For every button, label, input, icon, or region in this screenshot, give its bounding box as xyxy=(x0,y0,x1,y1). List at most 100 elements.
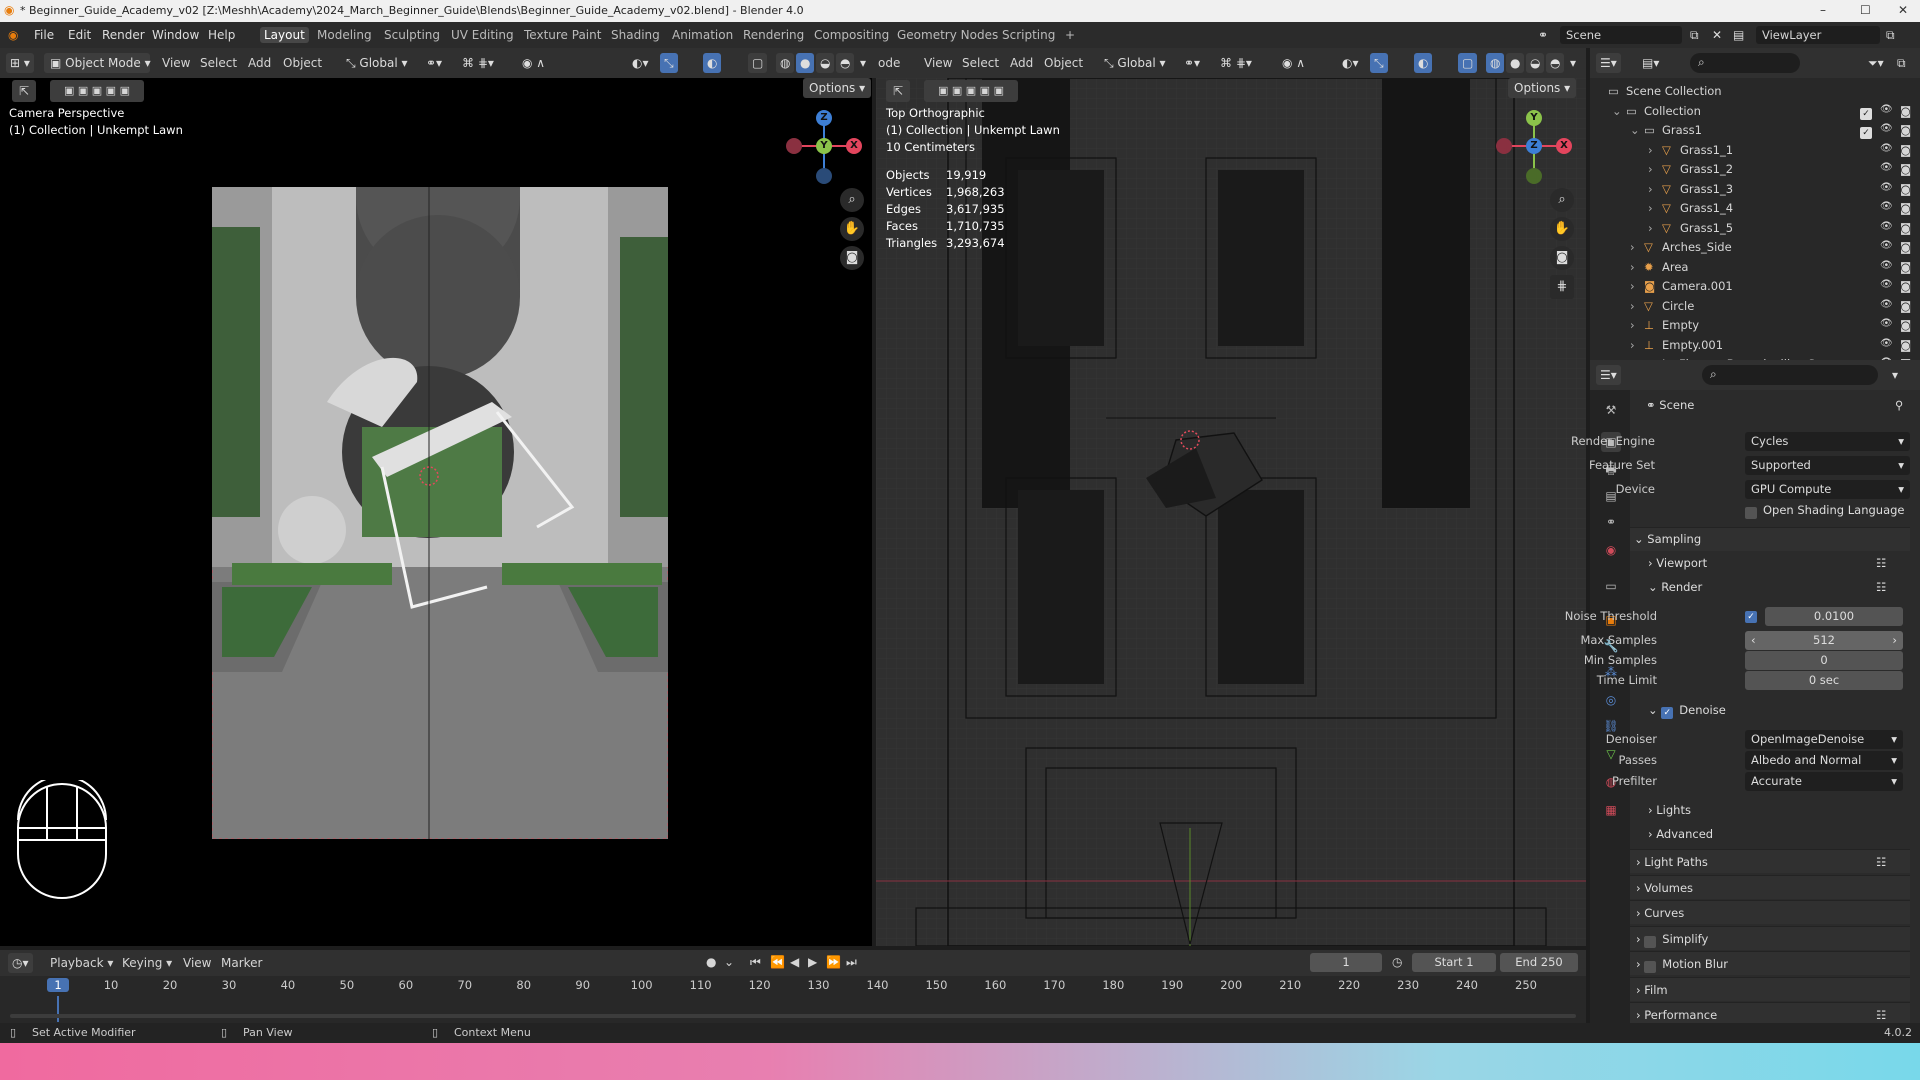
add-workspace-button[interactable]: + xyxy=(1061,27,1079,43)
editor-type-button[interactable]: ⊞ ▾ xyxy=(6,53,34,73)
menu-help[interactable]: Help xyxy=(208,28,235,42)
timeline-scrollbar[interactable] xyxy=(10,1014,1576,1018)
right-gizmo-z-axis[interactable]: Z xyxy=(1526,138,1542,154)
jump-key-forward-icon[interactable]: ⏩ xyxy=(826,955,841,969)
left-menu-add[interactable]: Add xyxy=(248,56,271,70)
panel-volumes[interactable]: › Volumes xyxy=(1630,874,1910,899)
panel-presets-icon[interactable]: ☷ xyxy=(1876,1008,1886,1022)
expand-chevron-icon[interactable]: › xyxy=(1630,240,1635,254)
viewport-subpanel[interactable]: › Viewport xyxy=(1648,556,1707,570)
right-shading-solid-icon[interactable]: ● xyxy=(1506,53,1525,73)
render-visibility-icon[interactable]: ◙ xyxy=(1900,201,1911,215)
prefilter-select[interactable]: Accurate ▾ xyxy=(1745,772,1903,791)
render-visibility-icon[interactable]: ◙ xyxy=(1900,162,1911,176)
denoise-subpanel[interactable]: ⌄ ✓ Denoise xyxy=(1648,703,1726,719)
texture-tab-icon[interactable]: ▦ xyxy=(1601,800,1621,820)
delete-scene-icon[interactable]: ✕ xyxy=(1712,28,1722,42)
mode-selector[interactable]: ▣ Object Mode ▾ xyxy=(44,53,151,73)
left-navigation-gizmo[interactable]: Z X Y xyxy=(786,108,862,184)
right-gizmo-y-axis[interactable]: Y xyxy=(1526,110,1542,126)
shading-wireframe-icon[interactable]: ◍ xyxy=(776,53,795,73)
expand-chevron-icon[interactable]: › xyxy=(1630,318,1635,332)
end-frame-field[interactable]: End 250 xyxy=(1500,953,1578,972)
expand-chevron-icon[interactable]: › xyxy=(1630,260,1635,274)
visibility-eye-icon[interactable]: 👁 xyxy=(1880,221,1893,232)
right-pivot-icon[interactable]: ⚭▾ xyxy=(1178,53,1206,73)
minimize-button[interactable]: – xyxy=(1820,3,1826,17)
right-select-mode-icons[interactable]: ▣ ▣ ▣ ▣ ▣ xyxy=(924,80,1018,102)
outliner[interactable]: ▭ Scene Collection ⌄ ▭ Collection 👁 ◙ ✓ ⌄ ▭ Grass1… xyxy=(1590,78,1920,371)
outliner-row[interactable]: › ⊥ Empty 👁 ◙ xyxy=(1590,316,1920,335)
jump-end-icon[interactable]: ⏭ xyxy=(846,955,857,970)
select-tool-icon[interactable]: ⇱ xyxy=(12,80,36,102)
gizmo-neg-x-axis[interactable] xyxy=(786,138,802,154)
view-layer-selector[interactable]: ViewLayer xyxy=(1756,26,1880,44)
outliner-new-collection-icon[interactable]: ⧉ xyxy=(1895,53,1908,73)
time-limit-field[interactable]: 0 sec xyxy=(1745,671,1903,690)
right-gizmo-toggle-icon[interactable]: ⤡ xyxy=(1370,53,1388,73)
right-menu-view[interactable]: View xyxy=(924,56,952,70)
gizmo-z-axis[interactable]: Z xyxy=(816,110,832,126)
render-visibility-icon[interactable]: ◙ xyxy=(1900,240,1911,254)
tab-geometry-nodes[interactable]: Geometry Nodes xyxy=(893,27,1002,43)
outliner-row[interactable]: › ▽ Grass1_4 👁 ◙ xyxy=(1590,199,1920,218)
outliner-row[interactable]: › ◙ Camera.001 👁 ◙ xyxy=(1590,277,1920,296)
outliner-row[interactable]: › ▽ Grass1_2 👁 ◙ xyxy=(1590,160,1920,179)
pan-hand-icon[interactable]: ✋ xyxy=(840,217,864,241)
collection-tab-icon[interactable]: ▭ xyxy=(1601,576,1621,596)
panel-presets-icon[interactable]: ☷ xyxy=(1876,855,1886,869)
right-shading-material-icon[interactable]: ◒ xyxy=(1526,53,1545,73)
expand-chevron-icon[interactable]: › xyxy=(1648,201,1653,215)
outliner-editor-type-icon[interactable]: ☰▾ xyxy=(1596,53,1621,73)
right-select-tool-icon[interactable]: ⇱ xyxy=(886,80,910,102)
right-zoom-icon[interactable]: ⌕ xyxy=(1550,188,1574,212)
outliner-row[interactable]: › ▽ Grass1_1 👁 ◙ xyxy=(1590,141,1920,160)
outliner-row[interactable]: › ▽ Circle 👁 ◙ xyxy=(1590,297,1920,316)
timeline-ruler[interactable]: 1 10 20 30 40 50 60 70 80 90 100 110 120 130 140 150 160… xyxy=(0,976,1586,1022)
render-visibility-icon[interactable]: ◙ xyxy=(1900,318,1911,332)
visibility-eye-icon[interactable]: 👁 xyxy=(1880,162,1893,173)
timeline-playback-menu[interactable]: Playback ▾ xyxy=(50,956,113,970)
new-view-layer-icon[interactable]: ⧉ xyxy=(1886,28,1895,43)
play-reverse-icon[interactable]: ◀ xyxy=(790,955,799,969)
expand-chevron-icon[interactable]: › xyxy=(1648,221,1653,235)
right-options-button[interactable]: Options ▾ xyxy=(1508,78,1577,98)
panel-film[interactable]: › Film xyxy=(1630,976,1910,1001)
right-camera-view-icon[interactable]: ◙ xyxy=(1550,246,1574,270)
timeline-editor[interactable]: ◷▾ Playback ▾ Keying ▾ View Marker ● ⌄ ⏮… xyxy=(0,950,1586,1023)
exclude-checkbox[interactable]: ✓ xyxy=(1860,123,1878,139)
panel-checkbox[interactable]: ✓ xyxy=(1644,935,1657,948)
visibility-eye-icon[interactable]: 👁 xyxy=(1880,338,1893,349)
zoom-icon[interactable]: ⌕ xyxy=(840,188,864,212)
tab-modeling[interactable]: Modeling xyxy=(313,27,376,43)
expand-chevron-icon[interactable]: › xyxy=(1630,279,1635,293)
outliner-row[interactable]: ▭ Scene Collection xyxy=(1590,82,1920,101)
osl-checkbox[interactable]: ✓Open Shading Language xyxy=(1745,503,1905,519)
visibility-eye-icon[interactable]: 👁 xyxy=(1880,299,1893,310)
tab-texture-paint[interactable]: Texture Paint xyxy=(520,27,605,43)
gizmo-neg-z-axis[interactable] xyxy=(816,168,832,184)
expand-chevron-icon[interactable]: › xyxy=(1648,182,1653,196)
denoise-checkbox[interactable]: ✓ xyxy=(1661,707,1674,719)
exclude-checkbox[interactable]: ✓ xyxy=(1860,104,1878,120)
timeline-keying-menu[interactable]: Keying ▾ xyxy=(122,956,172,970)
right-snap-icon[interactable]: ⌘ ⋕▾ xyxy=(1214,53,1258,73)
tab-animation[interactable]: Animation xyxy=(668,27,737,43)
shading-material-icon[interactable]: ◒ xyxy=(816,53,835,73)
max-samples-field[interactable]: ‹ 512 › xyxy=(1745,631,1903,650)
jump-start-icon[interactable]: ⏮ xyxy=(750,955,761,970)
outliner-row[interactable]: ⌄ ▭ Collection 👁 ◙ ✓ xyxy=(1590,102,1920,121)
right-gizmo-neg-y-axis[interactable] xyxy=(1526,168,1542,184)
play-icon[interactable]: ▶ xyxy=(808,955,817,969)
transform-orientation[interactable]: ⤡ Global ▾ xyxy=(340,53,414,73)
outliner-row[interactable]: › ▽ Grass1_5 👁 ◙ xyxy=(1590,219,1920,238)
expand-chevron-icon[interactable]: ⌄ xyxy=(1630,123,1640,137)
render-visibility-icon[interactable]: ◙ xyxy=(1900,279,1911,293)
tab-rendering[interactable]: Rendering xyxy=(739,27,808,43)
close-button[interactable]: ✕ xyxy=(1898,3,1908,17)
outliner-display-mode-icon[interactable]: ▤▾ xyxy=(1638,53,1663,73)
visibility-eye-icon[interactable]: 👁 xyxy=(1880,260,1893,271)
gizmo-toggle-icon[interactable]: ⤡ xyxy=(660,53,678,73)
proportional-edit-icon[interactable]: ◉ ∧ xyxy=(516,53,551,73)
visibility-eye-icon[interactable]: 👁 xyxy=(1880,318,1893,329)
